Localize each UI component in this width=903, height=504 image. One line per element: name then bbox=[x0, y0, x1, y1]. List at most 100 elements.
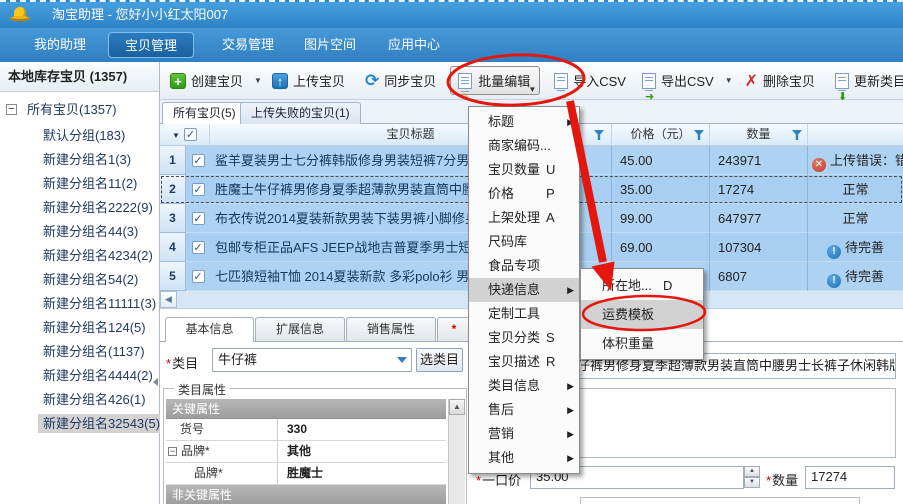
batch-edit-button[interactable]: ✎ 批量编辑 ▼ bbox=[450, 66, 540, 95]
row-number: 4 bbox=[160, 233, 186, 262]
delete-item-button[interactable]: ✗ 删除宝贝 bbox=[745, 71, 815, 91]
tree-item[interactable]: 新建分组名11111(3) bbox=[0, 292, 160, 316]
sidebar: 本地库存宝贝 (1357) −所有宝贝(1357) 默认分组(183) 新建分组… bbox=[0, 62, 160, 504]
prop-row[interactable]: 货号330 bbox=[166, 419, 446, 441]
title-bar: 淘宝助理 - 您好小小红太阳007 bbox=[0, 0, 903, 28]
row-checkbox[interactable]: ✓ bbox=[192, 212, 205, 225]
detail-tab-required[interactable]: * bbox=[437, 317, 471, 341]
nav-bar: 我的助理 宝贝管理 交易管理 图片空间 应用中心 bbox=[0, 28, 903, 62]
import-csv-button[interactable]: → 导入CSV bbox=[554, 71, 626, 90]
tree-item[interactable]: 新建分组名1(3) bbox=[0, 148, 160, 172]
column-header-qty[interactable]: 数量 bbox=[710, 124, 808, 146]
tree-item[interactable]: 新建分组名2222(9) bbox=[0, 196, 160, 220]
row-checkbox[interactable]: ✓ bbox=[192, 270, 205, 283]
upload-item-button[interactable]: ↑ 上传宝贝 bbox=[272, 71, 345, 90]
upload-arrow-icon: ↑ bbox=[272, 73, 288, 89]
column-header-status[interactable] bbox=[808, 124, 903, 146]
menu-item-shelf[interactable]: 上架处理A bbox=[469, 206, 579, 230]
item-status: !待完善 bbox=[808, 233, 903, 262]
select-all-checkbox[interactable]: ✓ bbox=[184, 128, 197, 141]
nav-tab-item-management[interactable]: 宝贝管理 bbox=[108, 32, 194, 58]
vertical-scrollbar[interactable]: ▲ bbox=[448, 399, 465, 504]
sidebar-collapse-icon[interactable] bbox=[153, 378, 158, 386]
tree-item[interactable]: 新建分组名124(5) bbox=[0, 316, 160, 340]
nav-tab-my-assistant[interactable]: 我的助理 bbox=[14, 32, 106, 58]
submenu-arrow-icon: ▶ bbox=[567, 422, 574, 446]
filter-icon[interactable] bbox=[792, 130, 802, 140]
tree-item[interactable]: 新建分组名4234(2) bbox=[0, 244, 160, 268]
submenu-item-location[interactable]: 所在地...D bbox=[581, 271, 703, 300]
menu-item-title[interactable]: 标题▶ bbox=[469, 110, 579, 134]
tree-item[interactable]: 新建分组名54(2) bbox=[0, 268, 160, 292]
spin-down-icon: ▼ bbox=[744, 477, 760, 488]
menu-item-food-special[interactable]: 食品专项 bbox=[469, 254, 579, 278]
nav-tab-trade-management[interactable]: 交易管理 bbox=[202, 32, 294, 58]
detail-tab-sales[interactable]: 销售属性 bbox=[346, 317, 436, 341]
menu-item-other[interactable]: 其他▶ bbox=[469, 446, 579, 470]
price-stepper[interactable]: ▲▼ bbox=[744, 466, 760, 488]
row-number: 5 bbox=[160, 262, 186, 291]
item-status: ✕上传错误：错 bbox=[808, 146, 903, 175]
chevron-down-icon[interactable]: ▼ bbox=[172, 131, 180, 140]
import-icon: → bbox=[554, 73, 568, 89]
sync-item-button[interactable]: ⟳ 同步宝贝 bbox=[365, 71, 436, 90]
filter-icon[interactable] bbox=[694, 130, 704, 140]
menu-item-item-description[interactable]: 宝贝描述R bbox=[469, 350, 579, 374]
tree-root-all-items[interactable]: −所有宝贝(1357) bbox=[0, 98, 160, 122]
menu-item-size-library[interactable]: 尺码库 bbox=[469, 230, 579, 254]
tree-item[interactable]: 新建分组名(1137) bbox=[0, 340, 160, 364]
tree-item-selected[interactable]: 新建分组名32543(5) bbox=[0, 412, 160, 436]
menu-item-marketing[interactable]: 营销▶ bbox=[469, 422, 579, 446]
submenu-item-shipping-template[interactable]: 运费模板 bbox=[581, 300, 703, 329]
qty-input[interactable]: 17274 bbox=[805, 466, 895, 489]
update-category-button[interactable]: ⬇ 更新类目 bbox=[835, 71, 903, 90]
tab-all-items[interactable]: 所有宝贝(5) bbox=[162, 102, 247, 125]
tree-item[interactable]: 新建分组名11(2) bbox=[0, 172, 160, 196]
tree-item-default-group[interactable]: 默认分组(183) bbox=[0, 124, 160, 148]
category-label: *类目 bbox=[166, 353, 198, 372]
update-icon: ⬇ bbox=[835, 73, 849, 89]
chevron-down-icon[interactable]: ▼ bbox=[254, 76, 262, 85]
nav-tab-app-center[interactable]: 应用中心 bbox=[368, 32, 460, 58]
menu-item-merchant-code[interactable]: 商家编码... bbox=[469, 134, 579, 158]
menu-item-after-sale[interactable]: 售后▶ bbox=[469, 398, 579, 422]
row-checkbox[interactable]: ✓ bbox=[192, 241, 205, 254]
submenu-arrow-icon: ▶ bbox=[567, 398, 574, 422]
item-qty: 6807 bbox=[710, 262, 808, 291]
menu-item-quantity[interactable]: 宝贝数量U bbox=[469, 158, 579, 182]
export-icon: ➜ bbox=[642, 73, 656, 89]
row-checkbox[interactable]: ✓ bbox=[192, 154, 205, 167]
category-combobox[interactable]: 牛仔裤 bbox=[212, 348, 412, 372]
collapse-icon[interactable]: − bbox=[6, 104, 17, 115]
item-price: 69.00 bbox=[612, 233, 710, 262]
detail-tab-basic[interactable]: 基本信息 bbox=[165, 317, 254, 342]
menu-item-item-category[interactable]: 宝贝分类S bbox=[469, 326, 579, 350]
prop-row[interactable]: 品牌*胜魔士 bbox=[166, 463, 446, 485]
item-qty: 107304 bbox=[710, 233, 808, 262]
menu-item-price[interactable]: 价格P bbox=[469, 182, 579, 206]
tree-item[interactable]: 新建分组名4444(2) bbox=[0, 364, 160, 388]
column-header-price[interactable]: 价格（元） bbox=[612, 124, 710, 146]
submenu-item-volume-weight[interactable]: 体积重量 bbox=[581, 329, 703, 358]
chevron-down-icon[interactable]: ▼ bbox=[725, 76, 733, 85]
filter-icon[interactable] bbox=[594, 130, 604, 140]
scroll-up-icon[interactable]: ▲ bbox=[449, 399, 465, 415]
create-item-button[interactable]: + 创建宝贝▼ bbox=[170, 71, 262, 90]
prop-row[interactable]: −品牌* 其他 bbox=[166, 441, 446, 463]
window-title: 淘宝助理 - 您好小小红太阳007 bbox=[52, 2, 228, 28]
row-checkbox[interactable]: ✓ bbox=[192, 183, 205, 196]
select-all-header[interactable]: ▼✓ bbox=[160, 124, 210, 146]
nav-tab-image-space[interactable]: 图片空间 bbox=[284, 32, 376, 58]
export-csv-button[interactable]: ➜ 导出CSV▼ bbox=[642, 71, 733, 90]
menu-item-shipping-info[interactable]: 快递信息▶ bbox=[469, 278, 579, 302]
menu-item-custom-tools[interactable]: 定制工具 bbox=[469, 302, 579, 326]
tab-upload-failed[interactable]: 上传失败的宝贝(1) bbox=[240, 102, 361, 124]
collapse-icon[interactable]: − bbox=[168, 447, 177, 456]
tree-item[interactable]: 新建分组名44(3) bbox=[0, 220, 160, 244]
bottom-fieldset bbox=[580, 497, 860, 504]
scroll-left-icon[interactable]: ◀ bbox=[160, 291, 177, 308]
pick-category-button[interactable]: 选类目 bbox=[416, 348, 463, 372]
detail-tab-extended[interactable]: 扩展信息 bbox=[255, 317, 345, 341]
tree-item[interactable]: 新建分组名426(1) bbox=[0, 388, 160, 412]
menu-item-category-info[interactable]: 类目信息▶ bbox=[469, 374, 579, 398]
